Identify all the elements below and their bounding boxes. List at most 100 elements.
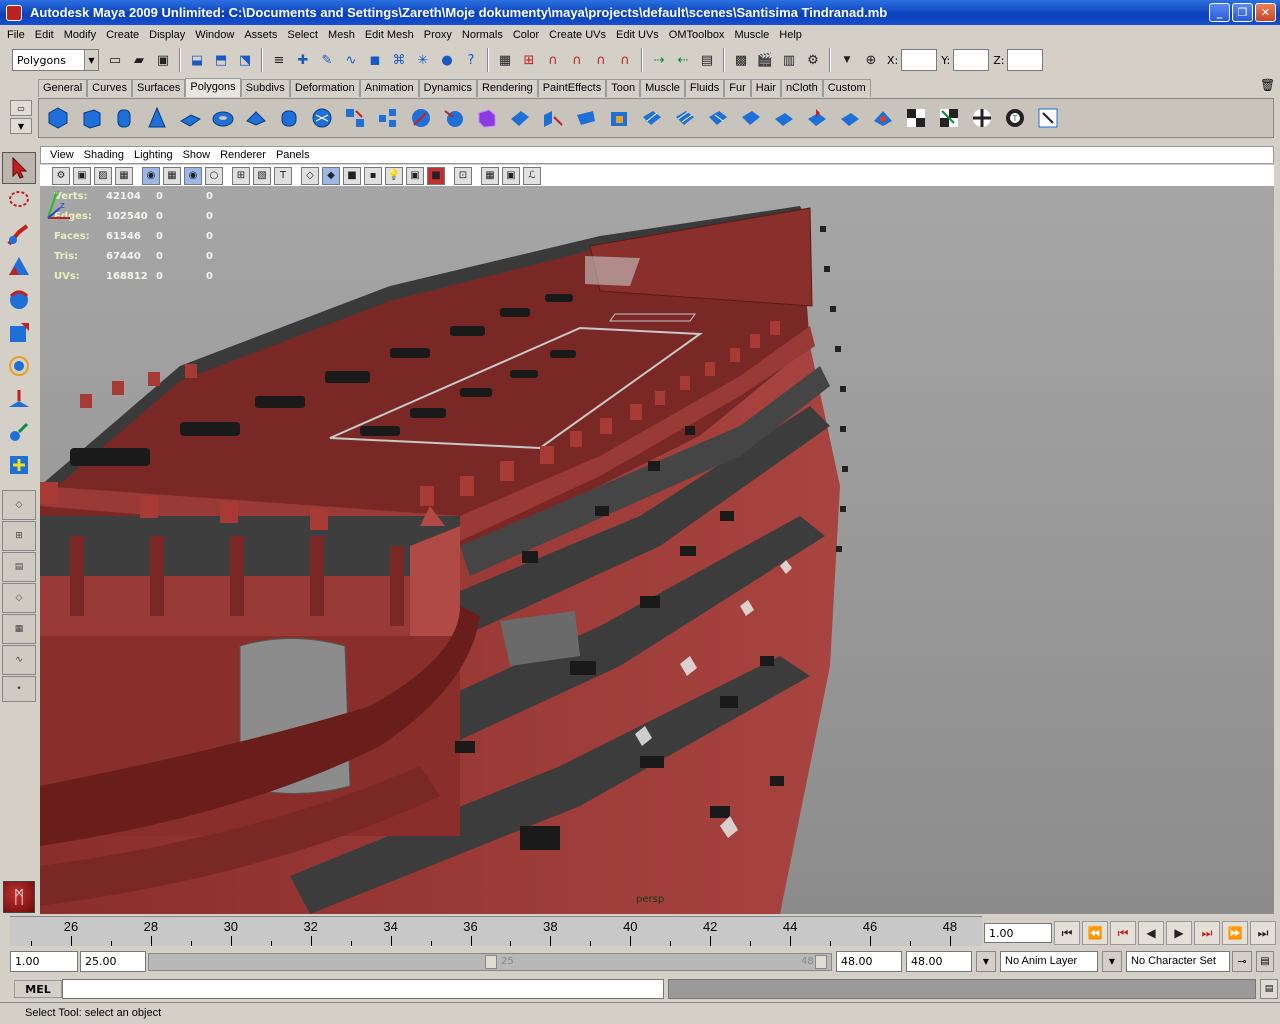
render-settings-icon[interactable]: ⚙ bbox=[802, 49, 824, 71]
menu-normals[interactable]: Normals bbox=[457, 29, 508, 41]
use-all-lights-icon[interactable]: ▣ bbox=[406, 166, 424, 185]
select-joints-icon[interactable]: ✎ bbox=[316, 49, 338, 71]
offset-edge-loop-icon[interactable] bbox=[703, 103, 732, 133]
maya-logo-icon[interactable]: ᛗ bbox=[3, 881, 35, 913]
paint-select-tool-icon[interactable] bbox=[2, 218, 36, 250]
shelf-tab-menu-button[interactable]: ▭ bbox=[10, 100, 32, 116]
new-scene-icon[interactable]: ▭ bbox=[104, 49, 126, 71]
save-scene-icon[interactable]: ▣ bbox=[152, 49, 174, 71]
split-edge-ring-icon[interactable] bbox=[769, 103, 798, 133]
animation-start-field[interactable]: 1.00 bbox=[10, 951, 78, 972]
shelf-tab-animation[interactable]: Animation bbox=[359, 79, 419, 97]
z-field[interactable] bbox=[1007, 49, 1044, 71]
menu-edit-mesh[interactable]: Edit Mesh bbox=[360, 29, 419, 41]
ipr-render-icon[interactable]: ▥ bbox=[778, 49, 800, 71]
select-by-object-icon[interactable]: ⬒ bbox=[210, 49, 232, 71]
slide-edge-icon[interactable] bbox=[736, 103, 765, 133]
extrude-icon[interactable] bbox=[505, 103, 534, 133]
bounding-box-icon[interactable]: ▪ bbox=[364, 166, 382, 185]
panel-menu-panels[interactable]: Panels bbox=[271, 149, 315, 161]
shelf-tab-surfaces[interactable]: Surfaces bbox=[131, 79, 186, 97]
isolate-select-icon[interactable]: ◉ bbox=[142, 166, 160, 185]
menu-window[interactable]: Window bbox=[190, 29, 239, 41]
smooth-icon[interactable] bbox=[439, 103, 468, 133]
select-misc-icon[interactable]: ? bbox=[460, 49, 482, 71]
film-gate-icon[interactable]: ▦ bbox=[115, 166, 133, 185]
shelf-tab-polygons[interactable]: Polygons bbox=[185, 78, 241, 97]
menu-muscle[interactable]: Muscle bbox=[729, 29, 774, 41]
snap-to-curve-icon[interactable]: ∩ bbox=[542, 49, 564, 71]
image-plane-icon[interactable]: ▨ bbox=[94, 166, 112, 185]
resolution-gate-icon[interactable]: ▧ bbox=[253, 166, 271, 185]
go-to-end-icon[interactable]: ⏭ bbox=[1250, 921, 1276, 945]
range-slider[interactable]: 25 48 bbox=[148, 953, 832, 971]
textured-icon[interactable]: ■ bbox=[427, 166, 445, 185]
panel-menu-lighting[interactable]: Lighting bbox=[129, 149, 178, 161]
panel-menu-view[interactable]: View bbox=[45, 149, 79, 161]
menu-mesh[interactable]: Mesh bbox=[323, 29, 360, 41]
panel-menu-renderer[interactable]: Renderer bbox=[215, 149, 271, 161]
select-surfaces-icon[interactable]: ◼ bbox=[364, 49, 386, 71]
bridge-icon[interactable] bbox=[538, 103, 567, 133]
hypershade-layout-icon[interactable]: ▦ bbox=[2, 614, 36, 644]
play-forwards-icon[interactable]: ▶ bbox=[1166, 921, 1192, 945]
character-set-dropdown[interactable]: No Character Set bbox=[1126, 951, 1230, 972]
combine-icon[interactable] bbox=[340, 103, 369, 133]
select-curves-icon[interactable]: ∿ bbox=[340, 49, 362, 71]
playback-start-field[interactable]: 25.00 bbox=[80, 951, 146, 972]
hud-toggle-icon[interactable]: ▦ bbox=[481, 166, 499, 185]
poly-plane-icon[interactable] bbox=[175, 103, 204, 133]
select-rendering-icon[interactable]: ● bbox=[436, 49, 458, 71]
chevron-down-icon[interactable]: ▼ bbox=[836, 49, 858, 71]
merge-vertices-icon[interactable] bbox=[802, 103, 831, 133]
range-start-handle[interactable] bbox=[485, 955, 497, 969]
wireframe-icon[interactable]: ◇ bbox=[301, 166, 319, 185]
menu-assets[interactable]: Assets bbox=[239, 29, 282, 41]
smooth-shade-icon[interactable]: ◆ bbox=[322, 166, 340, 185]
command-input[interactable] bbox=[62, 979, 664, 999]
menu-omtoolbox[interactable]: OMToolbox bbox=[664, 29, 730, 41]
menu-proxy[interactable]: Proxy bbox=[419, 29, 457, 41]
menu-edit-uvs[interactable]: Edit UVs bbox=[611, 29, 664, 41]
single-pane-layout-icon[interactable]: ◇ bbox=[2, 490, 36, 520]
last-tool-icon[interactable] bbox=[2, 449, 36, 481]
menu-create-uvs[interactable]: Create UVs bbox=[544, 29, 611, 41]
uv-checker-icon[interactable] bbox=[901, 103, 930, 133]
cylindrical-mapping-icon[interactable] bbox=[967, 103, 996, 133]
anim-layer-dropdown[interactable]: No Anim Layer bbox=[1000, 951, 1098, 972]
show-manipulator-icon[interactable] bbox=[2, 416, 36, 448]
bevel-icon[interactable] bbox=[604, 103, 633, 133]
chevron-down-icon[interactable]: ▼ bbox=[1102, 951, 1122, 972]
selection-mask-icon[interactable]: ≡ bbox=[268, 49, 290, 71]
select-by-hierarchy-icon[interactable]: ⬓ bbox=[186, 49, 208, 71]
scale-tool-icon[interactable] bbox=[2, 317, 36, 349]
move-tool-icon[interactable] bbox=[2, 251, 36, 283]
snap-to-view-plane-icon[interactable]: ∩ bbox=[590, 49, 612, 71]
poly-cone-icon[interactable] bbox=[142, 103, 171, 133]
universal-manipulator-icon[interactable] bbox=[2, 350, 36, 382]
shelf-tab-rendering[interactable]: Rendering bbox=[476, 79, 538, 97]
auto-key-icon[interactable]: ⊸ bbox=[1232, 951, 1252, 972]
render-view-icon[interactable]: ▩ bbox=[730, 49, 752, 71]
graph-editor-layout-icon[interactable]: ∿ bbox=[2, 645, 36, 675]
render-current-frame-icon[interactable]: 🎬 bbox=[754, 49, 776, 71]
go-to-start-icon[interactable]: ⏮ bbox=[1054, 921, 1080, 945]
triangulate-icon[interactable] bbox=[868, 103, 897, 133]
animation-preferences-icon[interactable]: ▤ bbox=[1256, 951, 1274, 972]
step-back-frame-icon[interactable]: ⏪ bbox=[1082, 921, 1108, 945]
shelf-tab-hair[interactable]: Hair bbox=[750, 79, 781, 97]
menu-help[interactable]: Help bbox=[774, 29, 807, 41]
shelf-tab-fluids[interactable]: Fluids bbox=[684, 79, 725, 97]
menu-create[interactable]: Create bbox=[101, 29, 144, 41]
select-handles-icon[interactable]: ✚ bbox=[292, 49, 314, 71]
grid-icon[interactable]: ▦ bbox=[163, 166, 181, 185]
chevron-down-icon[interactable]: ▼ bbox=[976, 951, 996, 972]
menu-display[interactable]: Display bbox=[144, 29, 190, 41]
collapse-icon[interactable] bbox=[835, 103, 864, 133]
separate-icon[interactable] bbox=[373, 103, 402, 133]
select-deformations-icon[interactable]: ⌘ bbox=[388, 49, 410, 71]
snap-to-point-icon[interactable]: ∩ bbox=[566, 49, 588, 71]
perspective-viewport[interactable]: Verts: 42104 0 0 Edges: 102540 0 0 Faces: 61546… bbox=[40, 186, 1274, 914]
shelf-tab-fur[interactable]: Fur bbox=[724, 79, 751, 97]
shelf-tab-general[interactable]: General bbox=[38, 79, 88, 97]
